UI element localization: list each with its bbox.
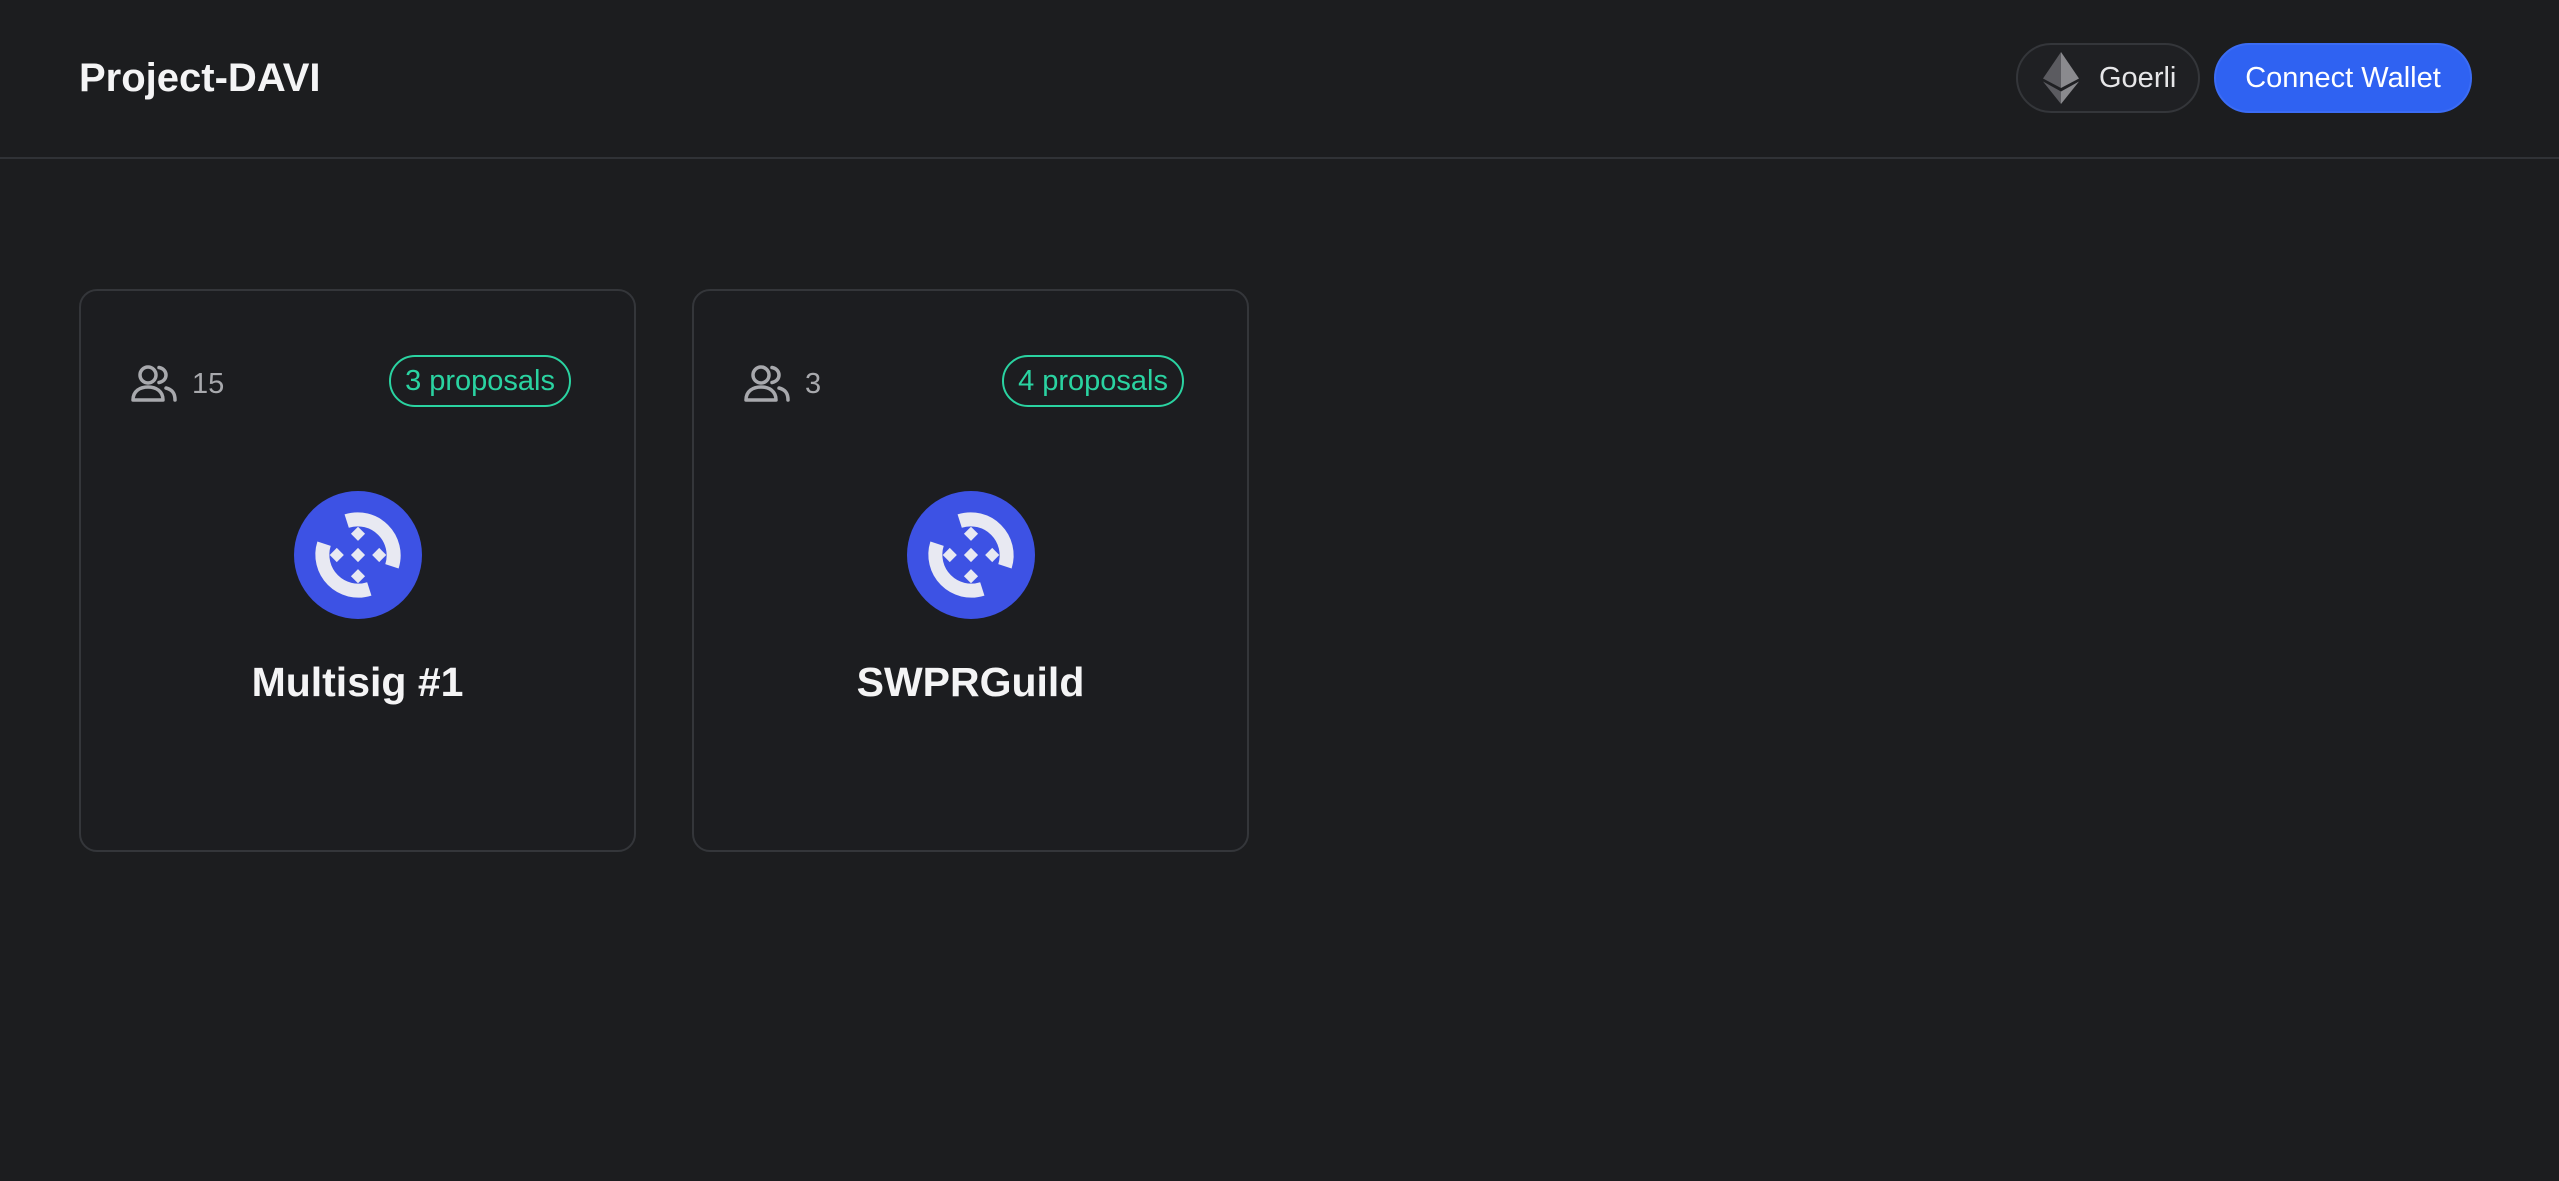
network-label: Goerli (2099, 61, 2177, 94)
dao-logo-icon (907, 491, 1035, 619)
network-selector-button[interactable]: Goerli (2016, 43, 2200, 113)
app-title: Project-DAVI (79, 56, 321, 100)
proposals-badge: 3 proposals (389, 355, 571, 407)
users-icon (131, 365, 177, 402)
member-count-value: 15 (192, 367, 225, 400)
member-count: 15 (130, 364, 224, 404)
dao-name: SWPRGuild (856, 659, 1085, 705)
dao-logo-icon (294, 491, 422, 619)
dao-name: Multisig #1 (251, 659, 464, 705)
connect-wallet-button[interactable]: Connect Wallet (2214, 43, 2472, 113)
proposals-badge: 4 proposals (1002, 355, 1184, 407)
member-count-value: 3 (805, 367, 822, 400)
ethereum-icon (2043, 52, 2079, 104)
top-header: Project-DAVI Goerli Connect Wallet (0, 0, 2559, 159)
member-count: 3 (743, 364, 821, 404)
users-icon (744, 365, 790, 402)
dao-card[interactable]: 15 3 proposals Multisig #1 (79, 289, 636, 852)
dao-card[interactable]: 3 4 proposals SWPRGuild (692, 289, 1249, 852)
